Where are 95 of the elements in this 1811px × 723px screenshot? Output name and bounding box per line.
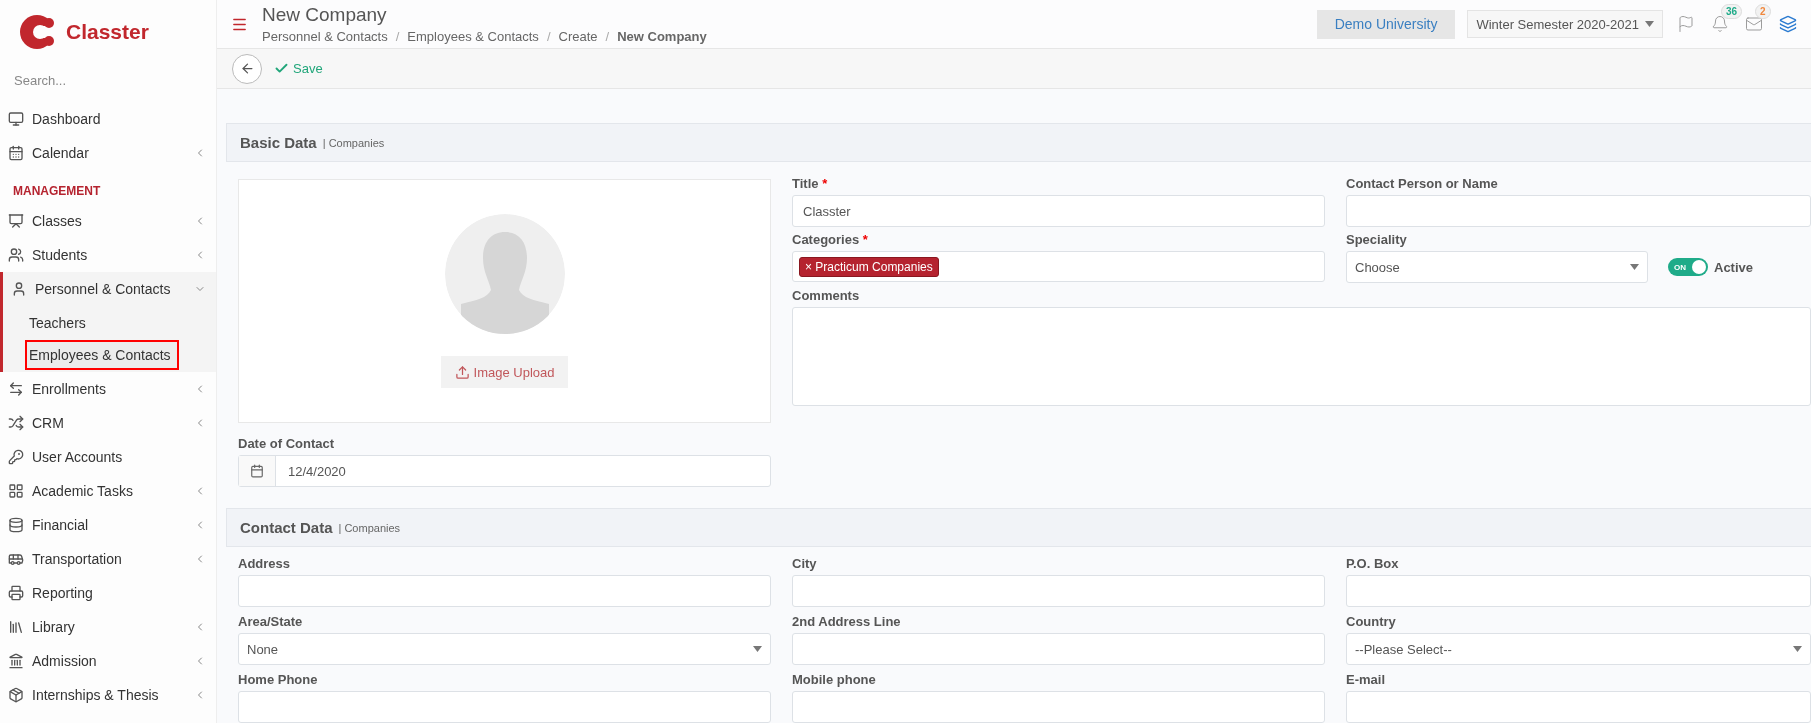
- key-icon: [8, 449, 24, 465]
- users-icon: [8, 247, 24, 263]
- text-field[interactable]: [792, 575, 1325, 607]
- submenu-item[interactable]: Teachers: [25, 308, 94, 338]
- field-label: Comments: [792, 287, 861, 304]
- text-field[interactable]: [1346, 195, 1811, 227]
- text-field[interactable]: [238, 691, 771, 723]
- sidebar-item[interactable]: Transportation: [0, 542, 216, 576]
- category-tag[interactable]: × Practicum Companies: [799, 256, 939, 277]
- breadcrumb-separator: /: [395, 29, 400, 44]
- landmark-icon: [8, 653, 24, 669]
- section-subtitle: | Companies: [338, 521, 401, 534]
- breadcrumb-link[interactable]: Employees & Contacts: [407, 29, 539, 44]
- image-upload-button[interactable]: Image Upload: [440, 356, 569, 388]
- app-name: Classter: [66, 20, 149, 44]
- message-count: 2: [1755, 4, 1771, 19]
- field-label: Date of Contact: [238, 435, 336, 452]
- upload-icon: [454, 364, 470, 380]
- presentation-icon: [8, 213, 24, 229]
- field-label: Home Phone: [238, 671, 319, 688]
- layers-icon[interactable]: [1777, 13, 1799, 35]
- breadcrumb-separator: /: [546, 29, 551, 44]
- breadcrumb-separator: /: [605, 29, 610, 44]
- sidebar-item[interactable]: Financial: [0, 508, 216, 542]
- section-subtitle: | Companies: [322, 136, 385, 149]
- text-field[interactable]: [1346, 575, 1811, 607]
- printer-icon: [8, 585, 24, 601]
- sidebar-item[interactable]: Library: [0, 610, 216, 644]
- grid-icon: [8, 483, 24, 499]
- field-label: E-mail: [1346, 671, 1386, 688]
- section-title: Basic Data: [240, 134, 317, 151]
- field-label: Title *: [792, 175, 829, 192]
- required-mark: *: [862, 232, 868, 247]
- logo-icon: [18, 12, 56, 52]
- notification-count: 36: [1721, 4, 1743, 19]
- select-field[interactable]: --Please Select--: [1346, 633, 1811, 665]
- sidebar-item[interactable]: CRM: [0, 406, 216, 440]
- caret-icon: [1645, 21, 1654, 27]
- sidebar-item[interactable]: Admission: [0, 644, 216, 678]
- text-field[interactable]: [238, 575, 771, 607]
- text-field[interactable]: [792, 691, 1325, 723]
- calendar-icon: [250, 464, 264, 478]
- date-field[interactable]: 12/4/2020: [238, 455, 771, 487]
- field-label: P.O. Box: [1346, 555, 1400, 572]
- section-heading: MANAGEMENT: [12, 183, 102, 200]
- sidebar-item[interactable]: Dashboard: [0, 102, 216, 136]
- box-icon: [8, 687, 24, 703]
- field-label: Mobile phone: [792, 671, 877, 688]
- field-label: City: [792, 555, 818, 572]
- back-button[interactable]: [232, 53, 262, 84]
- field-label: Contact Person or Name: [1346, 175, 1499, 192]
- sidebar-item[interactable]: Internships & Thesis: [0, 678, 216, 712]
- avatar-silhouette-icon: [444, 214, 565, 334]
- search-field[interactable]: Search...: [12, 68, 202, 92]
- database-icon: [8, 517, 24, 533]
- breadcrumb-link[interactable]: New Company: [617, 29, 707, 44]
- caret-icon: [753, 646, 762, 652]
- monitor-icon: [8, 111, 24, 127]
- sidebar-item[interactable]: Classes: [0, 204, 216, 238]
- sidebar-item[interactable]: Students: [0, 238, 216, 272]
- bus-icon: [8, 551, 24, 567]
- text-field[interactable]: [1346, 691, 1811, 723]
- field-label: 2nd Address Line: [792, 613, 902, 630]
- semester-select[interactable]: Winter Semester 2020-2021: [1467, 10, 1663, 38]
- toggle-label: Active: [1714, 260, 1754, 275]
- books-icon: [8, 619, 24, 635]
- page-title: New Company: [262, 4, 388, 26]
- field-label: Categories *: [792, 231, 869, 248]
- sidebar-item[interactable]: Calendar: [0, 136, 216, 170]
- breadcrumb-link[interactable]: Personnel & Contacts: [262, 29, 388, 44]
- sidebar-item[interactable]: Academic Tasks: [0, 474, 216, 508]
- field-label: Speciality: [1346, 231, 1408, 248]
- submenu-item[interactable]: Employees & Contacts: [25, 340, 179, 370]
- caret-icon: [1793, 646, 1802, 652]
- text-field[interactable]: [792, 633, 1325, 665]
- select-field[interactable]: Choose: [1346, 251, 1648, 283]
- section-title: Contact Data: [240, 519, 333, 536]
- field-label: Area/State: [238, 613, 304, 630]
- comments-field[interactable]: [792, 307, 1811, 406]
- sidebar-item[interactable]: Enrollments: [0, 372, 216, 406]
- field-label: Address: [238, 555, 292, 572]
- select-field[interactable]: None: [238, 633, 771, 665]
- tag-field[interactable]: × Practicum Companies: [792, 251, 1325, 282]
- text-field[interactable]: Classter: [792, 195, 1325, 227]
- field-label: Country: [1346, 613, 1397, 630]
- breadcrumb-link[interactable]: Create: [558, 29, 598, 44]
- sidebar-item[interactable]: User Accounts: [0, 440, 216, 474]
- user-icon: [11, 281, 27, 297]
- sidebar-item[interactable]: Reporting: [0, 576, 216, 610]
- required-mark: *: [822, 176, 828, 191]
- calendar-icon: [8, 145, 24, 161]
- check-icon: [274, 61, 289, 76]
- caret-icon: [1630, 264, 1639, 270]
- arrows-icon: [8, 381, 24, 397]
- shuffle-icon: [8, 415, 24, 431]
